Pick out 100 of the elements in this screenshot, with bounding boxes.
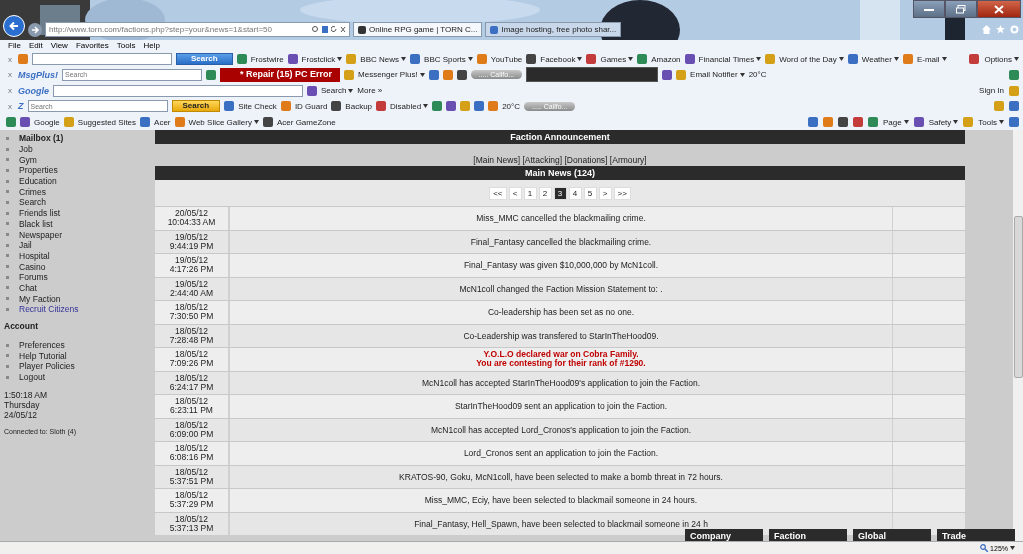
nav-link[interactable]: Newspaper — [19, 229, 62, 240]
nav-link[interactable]: Gym — [19, 154, 37, 165]
toolbar-link[interactable]: Options — [984, 54, 1019, 64]
nav-link[interactable]: Forums — [19, 272, 48, 283]
toolbar-link[interactable]: Email Notifier — [690, 70, 745, 80]
page-button[interactable]: 3 — [553, 186, 567, 200]
page-button[interactable]: 4 — [568, 186, 582, 200]
toolbar-link[interactable]: Weather — [861, 54, 899, 64]
menu-item[interactable]: Edit — [28, 41, 43, 51]
star-icon[interactable] — [996, 25, 1005, 35]
toolbar-logo[interactable]: MsgPlus! — [18, 69, 58, 80]
search-button[interactable]: Search — [171, 100, 221, 113]
zoom-icon[interactable] — [980, 544, 989, 552]
menu-item[interactable]: Help — [143, 41, 160, 51]
chat-tab[interactable]: Company — [685, 529, 763, 541]
toolbar-link[interactable]: Messenger Plus! — [358, 70, 425, 80]
toolbar-icon[interactable] — [1009, 101, 1019, 112]
close-toolbar-button[interactable]: x — [6, 86, 14, 96]
toolbar-icon[interactable] — [852, 117, 863, 128]
toolbar-icon[interactable] — [1009, 69, 1019, 80]
close-toolbar-button[interactable]: x — [6, 101, 14, 111]
nav-link[interactable]: Properties — [19, 165, 58, 176]
nav-link[interactable]: Search — [19, 197, 46, 208]
search-field[interactable] — [32, 53, 172, 66]
close-toolbar-button[interactable]: x — [6, 54, 14, 64]
close-toolbar-button[interactable]: x — [6, 70, 14, 80]
refresh-icon[interactable] — [331, 25, 337, 35]
ad-banner[interactable]: * Repair (15) PC Error — [220, 67, 341, 82]
nav-link[interactable]: Preferences — [19, 340, 65, 351]
nav-link[interactable]: Player Policies — [19, 361, 75, 372]
toolbar-icon[interactable] — [432, 101, 443, 112]
toolbar-icon[interactable] — [662, 69, 673, 80]
toolbar-icon[interactable] — [446, 101, 457, 112]
page-button[interactable]: >> — [613, 186, 631, 200]
nav-link[interactable]: My Faction — [19, 293, 61, 304]
toolbar-link[interactable]: Facebook — [540, 54, 583, 64]
nav-link[interactable]: Friends list — [19, 208, 61, 219]
toolbar-icon[interactable] — [837, 117, 848, 128]
minimize-button[interactable] — [913, 0, 945, 18]
menu-item[interactable]: Tools — [116, 41, 136, 51]
page-button[interactable]: << — [489, 186, 507, 200]
page-button[interactable]: 5 — [583, 186, 597, 200]
toolbar-link[interactable]: Frostclick — [301, 54, 343, 64]
news-link[interactable]: [Armoury] — [609, 155, 647, 165]
toolbar-link[interactable]: E-mail — [916, 54, 947, 64]
toolbar-link[interactable]: YouTube — [490, 54, 523, 64]
chat-tab[interactable]: Trade — [937, 529, 1015, 541]
nav-link[interactable]: Logout — [19, 372, 45, 383]
toolbar-link[interactable]: ID Guard — [294, 101, 328, 111]
scrollbar[interactable] — [1013, 130, 1023, 541]
search-button[interactable]: Search — [176, 53, 233, 66]
page-icon[interactable] — [322, 25, 328, 35]
toolbar-link[interactable]: Suggested Sites — [77, 117, 137, 127]
toolbar-logo[interactable]: Google — [18, 85, 49, 96]
nav-link[interactable]: Education — [19, 176, 57, 187]
toolbar-link[interactable]: Amazon — [651, 54, 681, 64]
nav-link[interactable]: Recruit Citizens — [19, 304, 79, 315]
toolbar-link[interactable]: Disabled — [390, 101, 429, 111]
toolbar-icon[interactable] — [6, 117, 16, 128]
toolbar-link[interactable]: BBC News — [360, 54, 407, 64]
nav-link[interactable]: Crimes — [19, 186, 46, 197]
nav-link[interactable]: Chat — [19, 282, 37, 293]
toolbar-link[interactable]: Games — [600, 54, 634, 64]
nav-link[interactable]: Mailbox (1) — [19, 133, 64, 144]
toolbar-link[interactable]: Tools — [978, 117, 1004, 127]
nav-link[interactable]: Help Tutorial — [19, 350, 67, 361]
browser-tab[interactable]: Online RPG game | TORN C... — [353, 22, 483, 38]
toolbar-link[interactable]: Site Check — [238, 101, 277, 111]
toolbar-link[interactable]: Acer — [154, 117, 171, 127]
search-icon[interactable] — [311, 25, 319, 35]
news-link[interactable]: [Main News] — [473, 155, 521, 165]
restore-button[interactable] — [945, 0, 977, 18]
toolbar-icon[interactable] — [456, 69, 467, 80]
search-field[interactable] — [53, 84, 303, 97]
toolbar-icon[interactable] — [428, 69, 439, 80]
toolbar-link[interactable]: Google — [34, 117, 60, 127]
page-button[interactable]: 1 — [523, 186, 537, 200]
chat-tab[interactable]: Global — [853, 529, 931, 541]
toolbar-link[interactable]: Frostwire — [250, 54, 284, 64]
page-button[interactable]: 2 — [538, 186, 552, 200]
news-link[interactable]: [Donations] — [564, 155, 608, 165]
toolbar-link[interactable]: BBC Sports — [424, 54, 473, 64]
close-button[interactable] — [977, 0, 1021, 18]
page-button[interactable]: > — [598, 186, 612, 200]
toolbar-link[interactable]: Financial Times — [698, 54, 762, 64]
browser-tab[interactable]: Image hosting, free photo shar... — [485, 22, 622, 38]
nav-link[interactable]: Black list — [19, 218, 53, 229]
toolbar-icon[interactable] — [807, 117, 818, 128]
toolbar-icon[interactable] — [206, 69, 216, 80]
toolbar-link[interactable]: Safety — [928, 117, 959, 127]
toolbar-link[interactable]: Word of the Day — [779, 54, 844, 64]
nav-link[interactable]: Job — [19, 144, 33, 155]
close-icon[interactable] — [340, 25, 346, 35]
address-bar[interactable]: http://www.torn.com/factions.php?step=your&news=1&start=50 — [45, 22, 350, 38]
toolbar-link[interactable]: Backup — [345, 101, 373, 111]
toolbar-link[interactable]: Web Slice Gallery — [188, 117, 259, 127]
toolbar-icon[interactable] — [1009, 117, 1019, 128]
toolbar-icon[interactable] — [474, 101, 485, 112]
toolbar-link[interactable]: Search — [321, 86, 354, 96]
nav-link[interactable]: Hospital — [19, 250, 50, 261]
